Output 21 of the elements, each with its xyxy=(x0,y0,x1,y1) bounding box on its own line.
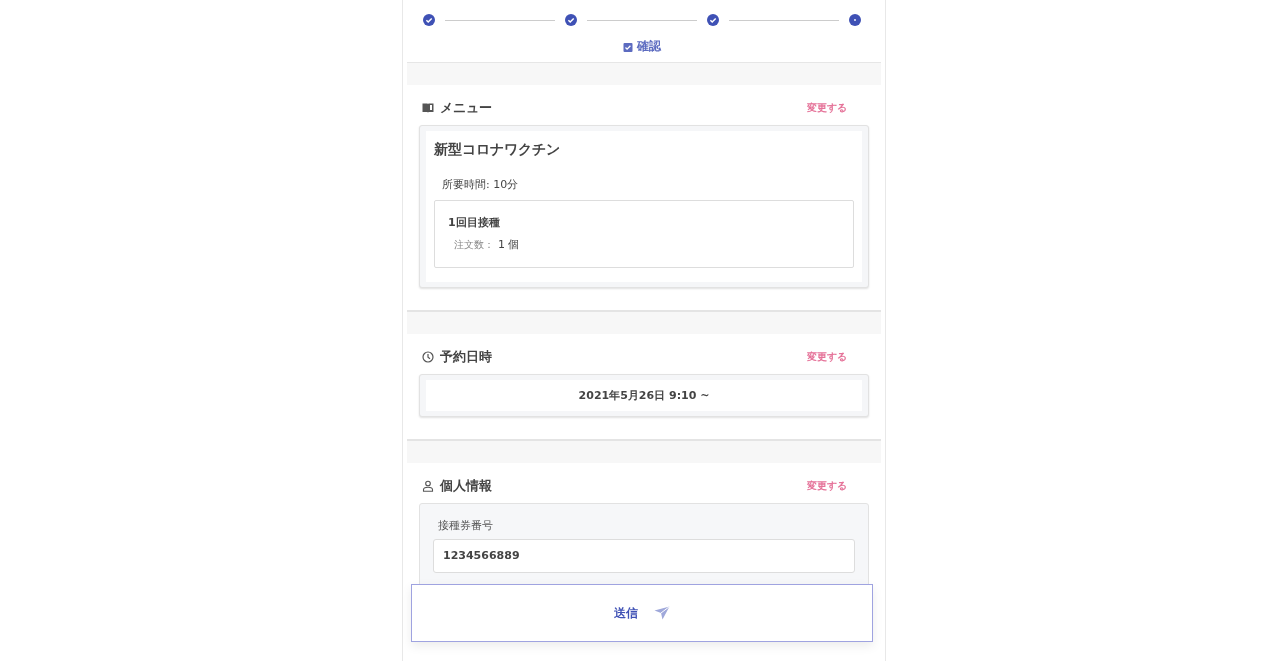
person-icon xyxy=(422,480,434,492)
change-link[interactable]: 変更する xyxy=(807,101,847,115)
book-icon xyxy=(422,102,434,114)
option-name: 1回目接種 xyxy=(448,215,501,230)
field-label: 接種券番号 xyxy=(438,518,494,533)
send-icon xyxy=(654,606,670,620)
input-field[interactable]: 1234566889 xyxy=(433,539,855,573)
change-link[interactable]: 変更する xyxy=(807,479,847,493)
duration-text: 所要時間: 10分 xyxy=(442,177,520,192)
section-title: 予約日時 xyxy=(440,348,492,366)
quantity-value: 1 個 xyxy=(498,237,520,252)
clipboard-check-icon xyxy=(623,41,633,52)
section-title: 個人情報 xyxy=(440,477,492,495)
section-title: メニュー xyxy=(440,99,492,117)
clock-icon xyxy=(422,351,434,363)
menu-item-name: 新型コロナワクチン xyxy=(434,141,561,159)
quantity-label: 注文数： xyxy=(454,238,494,252)
change-link[interactable]: 変更する xyxy=(807,350,847,364)
reservation-datetime: 2021年5月26日 9:10 ~ xyxy=(577,388,711,403)
step-label: 確認 xyxy=(637,38,661,55)
submit-button[interactable]: 送信 xyxy=(411,584,873,642)
